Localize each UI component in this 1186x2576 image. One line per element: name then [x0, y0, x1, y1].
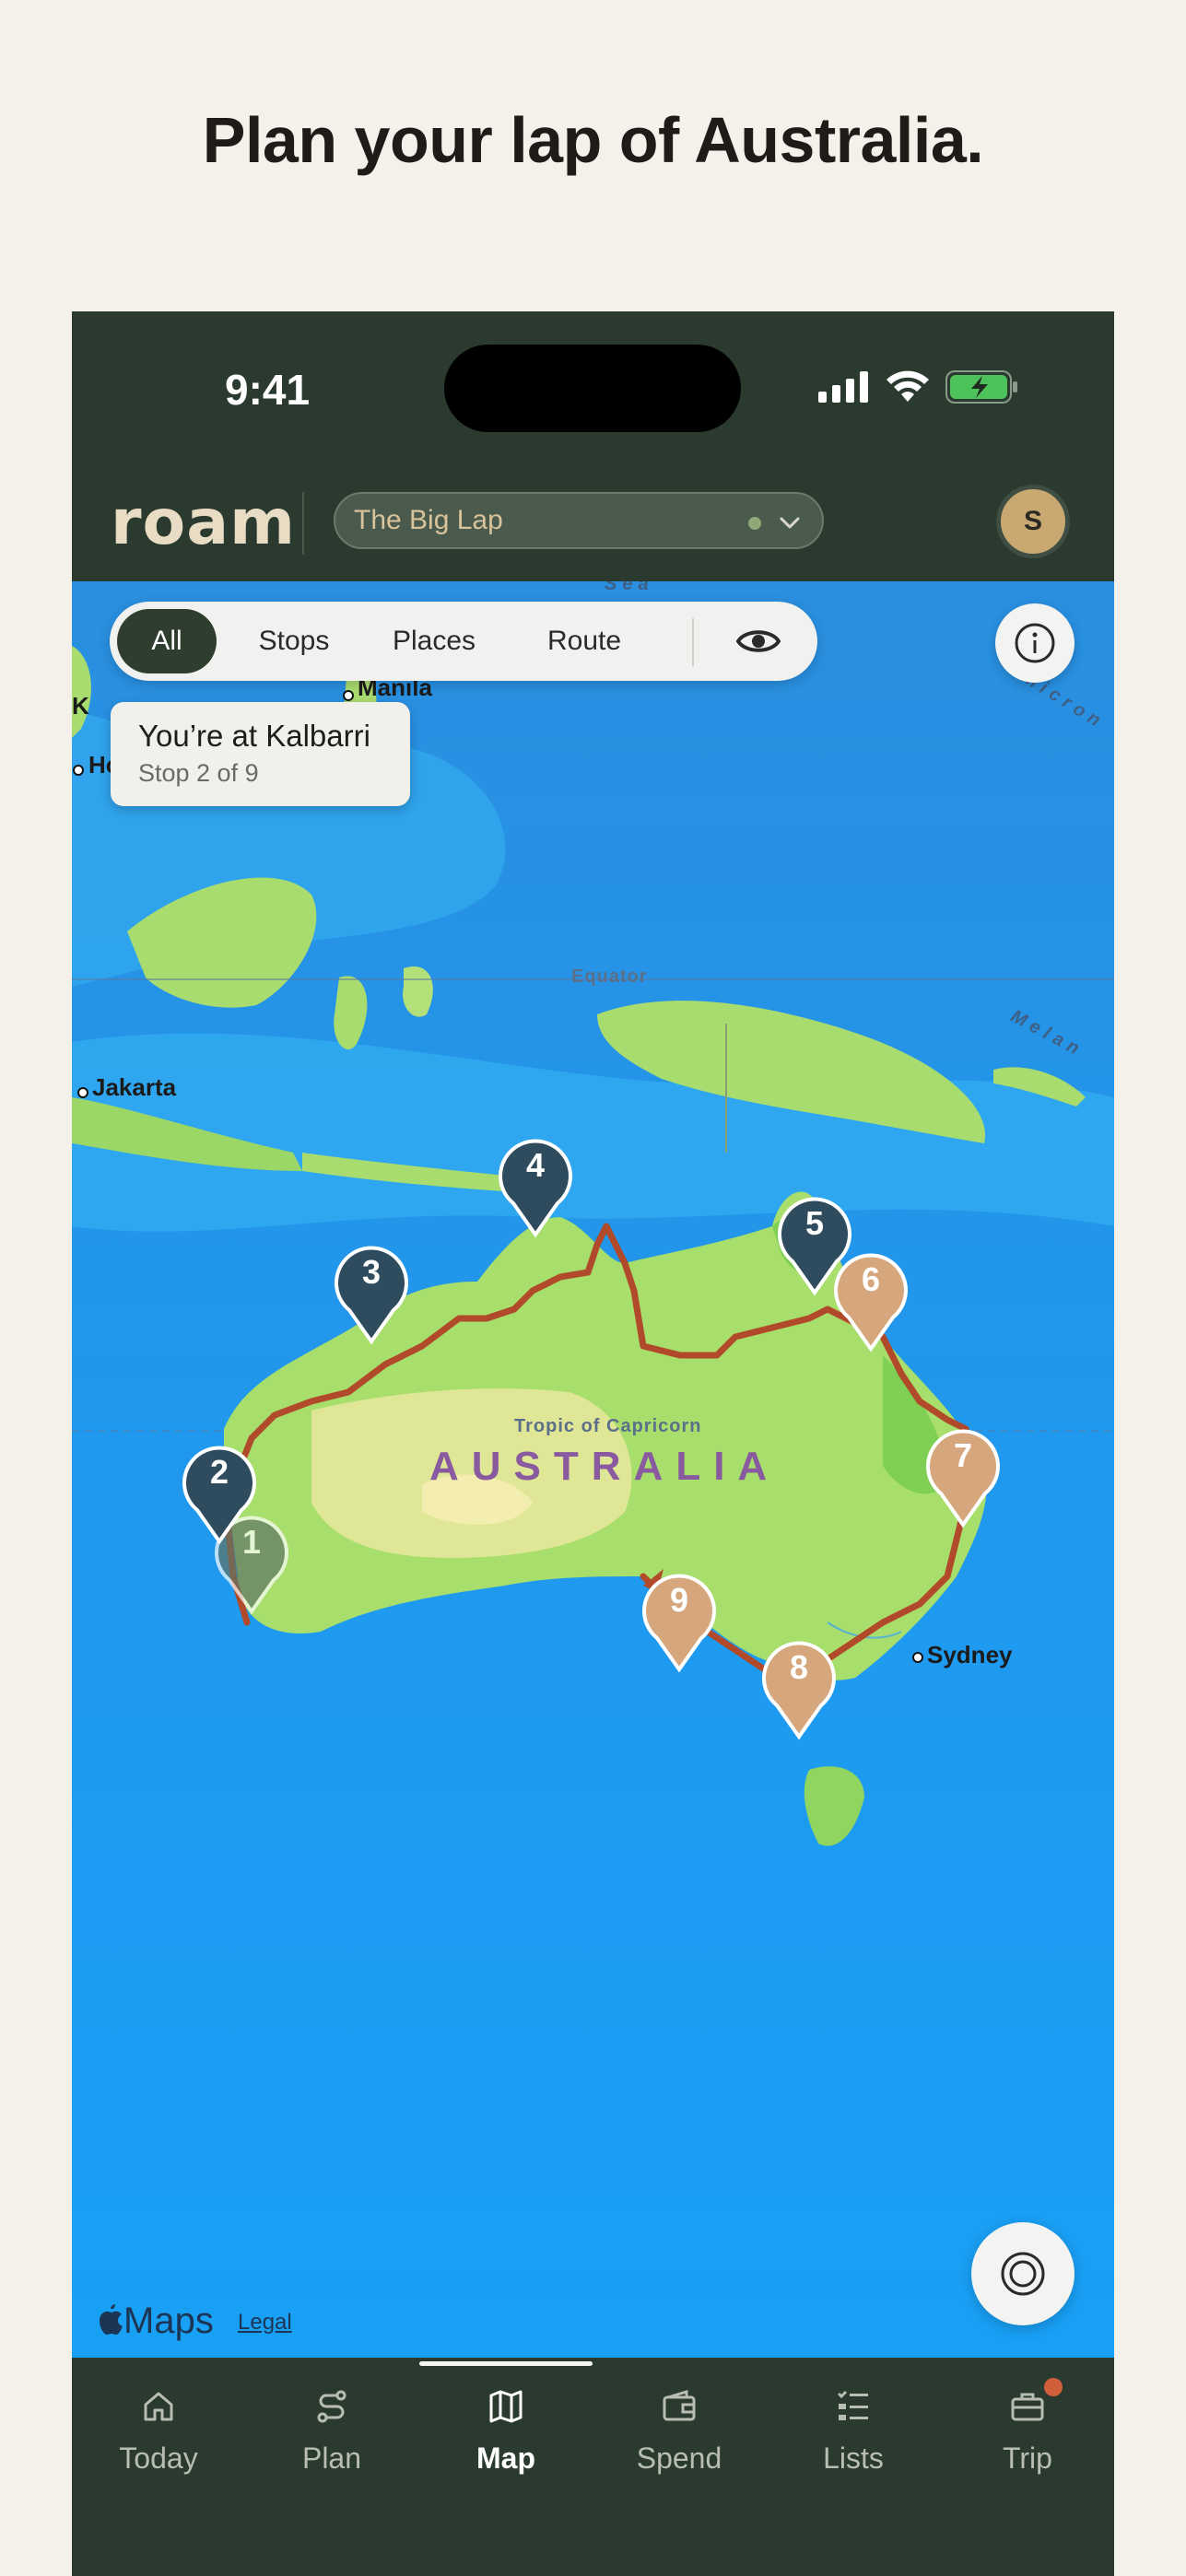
legal-link[interactable]: Legal	[238, 2310, 292, 2336]
locate-icon	[1001, 2252, 1045, 2296]
location-toast: You’re at Kalbarri Stop 2 of 9	[111, 702, 410, 806]
toast-subtitle: Stop 2 of 9	[138, 759, 259, 787]
stop-pin-9[interactable]: 9	[640, 1572, 718, 1673]
filter-divider	[692, 618, 694, 666]
filter-chip-route[interactable]: Route	[521, 609, 648, 673]
stop-pin-number: 6	[861, 1260, 881, 1298]
trip-selector-value: The Big Lap	[354, 505, 503, 535]
map-label-australia: AUSTRALIA	[429, 1444, 781, 1489]
battery-icon	[945, 370, 1017, 404]
stop-pin-7[interactable]: 7	[924, 1427, 1002, 1528]
page-headline: Plan your lap of Australia.	[202, 104, 984, 176]
tab-lists[interactable]: Lists	[767, 2383, 940, 2484]
app-logo: roam	[111, 486, 296, 559]
map-label-equator: Equator	[571, 966, 648, 987]
stop-pin-number: 9	[669, 1581, 689, 1619]
home-icon	[144, 2392, 173, 2421]
tab-label: Map	[476, 2441, 535, 2475]
stop-pin-6[interactable]: 6	[832, 1251, 910, 1352]
dynamic-island	[444, 345, 741, 432]
tab-label: Trip	[1003, 2441, 1052, 2475]
filter-chip-all[interactable]: All	[117, 609, 217, 673]
wallet-icon	[663, 2389, 696, 2421]
stop-pin-number: 5	[804, 1204, 825, 1242]
stop-pin-number: 8	[789, 1648, 809, 1686]
map-label-k-fragment: K	[72, 692, 89, 720]
wifi-icon	[887, 370, 929, 402]
locate-button[interactable]	[971, 2222, 1074, 2325]
signal-icon	[818, 371, 868, 403]
stop-pin-8[interactable]: 8	[760, 1639, 838, 1740]
tab-label: Plan	[301, 2441, 362, 2475]
briefcase-icon	[1011, 2393, 1044, 2421]
toast-title: You’re at Kalbarri	[138, 719, 370, 753]
trip-selector[interactable]: The Big Lap	[334, 492, 824, 549]
tab-active-indicator	[419, 2361, 593, 2366]
filter-chip-places[interactable]: Places	[370, 609, 499, 673]
info-icon	[1015, 623, 1055, 663]
info-button[interactable]	[995, 603, 1074, 683]
eye-icon[interactable]	[736, 624, 781, 659]
header-divider	[302, 492, 304, 555]
apple-logo-icon	[100, 2304, 123, 2335]
notification-badge	[1044, 2378, 1063, 2396]
map-label-jakarta: Jakarta	[92, 1073, 177, 1101]
map-label-tropic: Tropic of Capricorn	[514, 1416, 702, 1436]
tab-label: Spend	[636, 2441, 722, 2475]
map-label-sydney: Sydney	[927, 1641, 1013, 1669]
status-icons	[818, 370, 1019, 404]
map-icon	[489, 2390, 523, 2423]
stop-pin-number: 3	[361, 1253, 382, 1291]
map-view[interactable]: Sea Manila K Ho Jakarta Equator Tropic o…	[72, 581, 1114, 2358]
status-time: 9:41	[225, 366, 311, 414]
list-icon	[837, 2390, 868, 2420]
stop-pin-3[interactable]: 3	[333, 1244, 410, 1345]
route-icon	[317, 2390, 346, 2423]
tab-spend[interactable]: Spend	[593, 2383, 766, 2484]
map-filter-bar: All Stops Places Route	[110, 602, 817, 681]
stop-pin-number: 4	[525, 1146, 546, 1184]
tab-label: Today	[119, 2441, 198, 2475]
stop-pin-4[interactable]: 4	[497, 1137, 574, 1238]
tab-today[interactable]: Today	[72, 2383, 245, 2484]
tab-plan[interactable]: Plan	[245, 2383, 418, 2484]
filter-chip-stops[interactable]: Stops	[239, 609, 349, 673]
stop-pin-2[interactable]: 2	[181, 1444, 258, 1545]
phone-screen: 9:41 roam The Big Lap S Sea Manila K Ho …	[72, 311, 1114, 2576]
maps-attribution[interactable]: Maps	[96, 2301, 214, 2342]
maps-attribution-label: Maps	[123, 2301, 214, 2341]
avatar[interactable]: S	[996, 485, 1070, 558]
trip-status-dot	[748, 517, 761, 530]
chevron-down-icon	[780, 517, 800, 529]
stop-pin-number: 2	[209, 1453, 229, 1491]
tab-label: Lists	[823, 2441, 884, 2475]
tab-map[interactable]: Map	[419, 2383, 593, 2484]
tab-trip[interactable]: Trip	[941, 2383, 1114, 2484]
map-label-sea: Sea	[605, 581, 654, 594]
stop-pin-number: 7	[953, 1436, 973, 1474]
